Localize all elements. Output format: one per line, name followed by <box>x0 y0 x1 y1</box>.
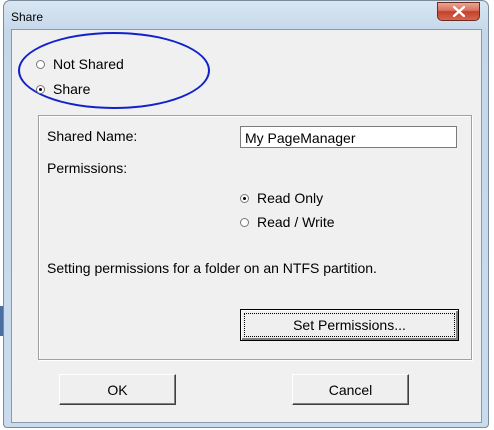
read-only-radio[interactable]: Read Only <box>240 190 323 206</box>
share-radio[interactable]: Share <box>36 81 90 97</box>
not-shared-radio[interactable]: Not Shared <box>36 56 124 72</box>
close-icon <box>453 6 465 17</box>
radio-indicator-selected <box>240 193 249 203</box>
dialog-client-area: Not Shared Share Shared Name: My PageMan… <box>11 29 482 423</box>
shared-name-input[interactable]: My PageManager <box>240 126 457 148</box>
set-permissions-button[interactable]: Set Permissions... <box>240 309 459 341</box>
cancel-button[interactable]: Cancel <box>292 374 409 405</box>
title-bar[interactable]: Share <box>4 1 488 29</box>
shared-name-label: Shared Name: <box>47 128 138 144</box>
permissions-label: Permissions: <box>47 160 128 176</box>
radio-indicator <box>36 59 45 69</box>
radio-indicator <box>240 217 249 227</box>
close-button[interactable] <box>437 2 480 21</box>
ntfs-note: Setting permissions for a folder on an N… <box>47 260 377 276</box>
window-title: Share <box>11 10 44 24</box>
read-write-radio[interactable]: Read / Write <box>240 214 335 230</box>
ok-label: OK <box>107 381 128 398</box>
set-permissions-label: Set Permissions... <box>293 317 406 333</box>
share-label: Share <box>53 81 91 97</box>
ok-button[interactable]: OK <box>59 374 176 405</box>
cancel-label: Cancel <box>328 381 373 398</box>
radio-indicator-selected <box>36 84 45 94</box>
read-write-label: Read / Write <box>257 214 335 230</box>
read-only-label: Read Only <box>257 190 324 206</box>
share-dialog: Share Not Shared Share Shared Name: My P… <box>3 0 489 428</box>
not-shared-label: Not Shared <box>53 56 124 72</box>
